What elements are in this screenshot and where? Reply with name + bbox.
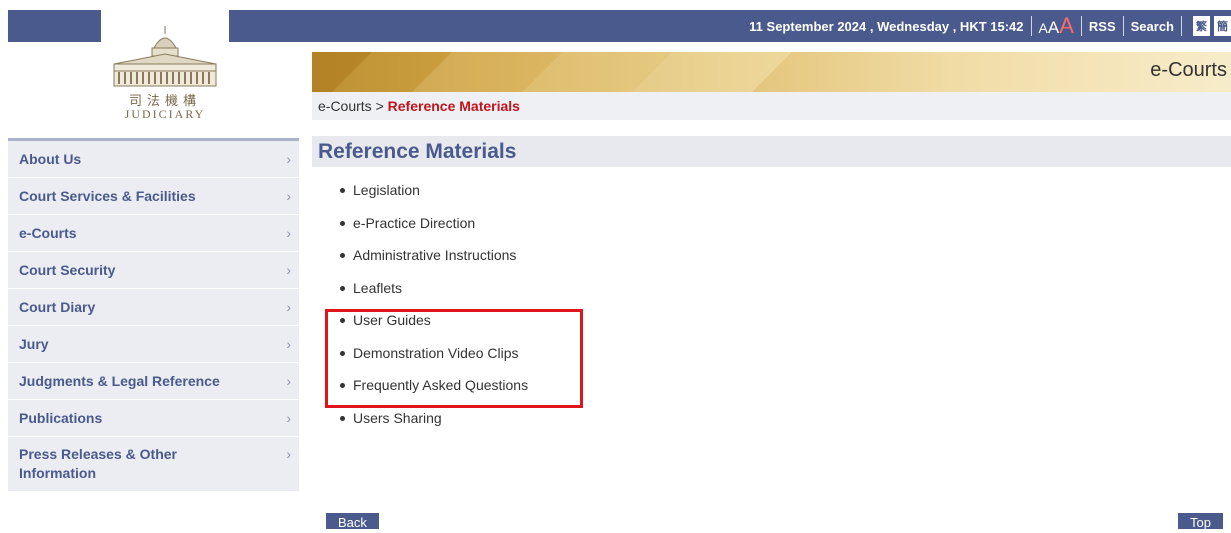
sidebar-item-label: e-Courts bbox=[19, 225, 77, 241]
sidebar-item-label: About Us bbox=[19, 151, 82, 167]
list-item-users-sharing[interactable]: Users Sharing bbox=[340, 410, 528, 443]
building-icon bbox=[113, 26, 217, 87]
rss-link[interactable]: RSS bbox=[1089, 19, 1116, 34]
chevron-right-icon: › bbox=[286, 151, 291, 167]
back-button[interactable]: Back bbox=[326, 513, 379, 530]
font-size-controls: A A A bbox=[1039, 15, 1074, 37]
topbar-tools: 11 September 2024 , Wednesday , HKT 15:4… bbox=[749, 10, 1231, 42]
lang-simplified-button[interactable]: 簡 bbox=[1214, 16, 1231, 36]
top-button[interactable]: Top bbox=[1178, 513, 1223, 530]
bullet-icon bbox=[340, 220, 345, 226]
sidebar-item-about-us[interactable]: About Us › bbox=[8, 141, 299, 178]
sidebar-item-judgments[interactable]: Judgments & Legal Reference › bbox=[8, 363, 299, 400]
sidebar-item-press-releases[interactable]: Press Releases & Other Information › bbox=[8, 437, 299, 492]
sidebar-nav: About Us › Court Services & Facilities › e… bbox=[8, 138, 299, 492]
sidebar-item-jury[interactable]: Jury › bbox=[8, 326, 299, 363]
list-item-legislation[interactable]: Legislation bbox=[340, 182, 528, 215]
section-banner: e-Courts bbox=[312, 52, 1231, 92]
sidebar-item-label: Jury bbox=[19, 336, 49, 352]
breadcrumb: e-Courts > Reference Materials bbox=[312, 92, 1231, 120]
list-item-label: Administrative Instructions bbox=[353, 247, 517, 263]
sidebar-item-label: Court Security bbox=[19, 262, 116, 278]
sidebar-item-court-services[interactable]: Court Services & Facilities › bbox=[8, 178, 299, 215]
bullet-icon bbox=[340, 285, 345, 291]
separator bbox=[1181, 16, 1182, 36]
banner-title: e-Courts bbox=[1150, 59, 1227, 81]
bullet-icon bbox=[340, 253, 345, 258]
breadcrumb-current: Reference Materials bbox=[387, 98, 520, 114]
separator bbox=[1122, 16, 1124, 36]
list-item-e-practice-direction[interactable]: e-Practice Direction bbox=[340, 215, 528, 248]
list-item-label: Users Sharing bbox=[353, 409, 442, 426]
chevron-right-icon: › bbox=[286, 225, 291, 241]
bullet-icon bbox=[340, 188, 345, 193]
sidebar-item-court-diary[interactable]: Court Diary › bbox=[8, 289, 299, 326]
list-item-label: e-Practice Direction bbox=[353, 214, 476, 231]
sidebar-item-e-courts[interactable]: e-Courts › bbox=[8, 215, 299, 252]
sidebar-item-court-security[interactable]: Court Security › bbox=[8, 252, 299, 289]
search-link[interactable]: Search bbox=[1131, 19, 1174, 34]
list-item-label: Legislation bbox=[353, 182, 420, 198]
breadcrumb-parent-link[interactable]: e-Courts bbox=[312, 98, 372, 114]
chevron-right-icon: › bbox=[286, 446, 291, 462]
sidebar-item-publications[interactable]: Publications › bbox=[8, 400, 299, 437]
topbar-left-block bbox=[8, 10, 101, 42]
chevron-right-icon: › bbox=[286, 373, 291, 389]
separator bbox=[1030, 16, 1032, 36]
judiciary-logo[interactable]: 司法機構 JUDICIARY bbox=[104, 24, 226, 121]
highlight-box bbox=[325, 309, 583, 408]
topbar: 11 September 2024 , Wednesday , HKT 15:4… bbox=[229, 10, 1231, 42]
banner-pattern bbox=[312, 52, 792, 92]
lang-traditional-button[interactable]: 繁 bbox=[1193, 16, 1210, 36]
chevron-right-icon: › bbox=[286, 410, 291, 426]
page-title: Reference Materials bbox=[312, 136, 1231, 167]
chevron-right-icon: › bbox=[286, 262, 291, 278]
sidebar-item-label: Judgments & Legal Reference bbox=[19, 373, 220, 389]
sidebar-item-label: Publications bbox=[19, 410, 103, 426]
datetime: 11 September 2024 , Wednesday , HKT 15:4… bbox=[749, 18, 1024, 34]
sidebar-item-label: Press Releases & Other Information bbox=[19, 446, 177, 481]
sidebar-item-label: Court Diary bbox=[19, 299, 96, 315]
chevron-right-icon: › bbox=[286, 299, 291, 315]
chevron-right-icon: › bbox=[286, 188, 291, 204]
chevron-right-icon: › bbox=[286, 336, 291, 352]
font-medium-button[interactable]: A bbox=[1048, 19, 1059, 36]
breadcrumb-separator: > bbox=[371, 98, 388, 114]
sidebar-item-label: Court Services & Facilities bbox=[19, 188, 196, 204]
font-small-button[interactable]: A bbox=[1039, 21, 1048, 35]
list-item-label: Leaflets bbox=[353, 279, 403, 296]
bullet-icon bbox=[340, 415, 345, 421]
font-large-button[interactable]: A bbox=[1059, 15, 1074, 37]
separator bbox=[1080, 16, 1082, 36]
logo-english-text: JUDICIARY bbox=[124, 107, 206, 121]
list-item-administrative-instructions[interactable]: Administrative Instructions bbox=[340, 247, 528, 280]
list-item-leaflets[interactable]: Leaflets bbox=[340, 280, 528, 313]
